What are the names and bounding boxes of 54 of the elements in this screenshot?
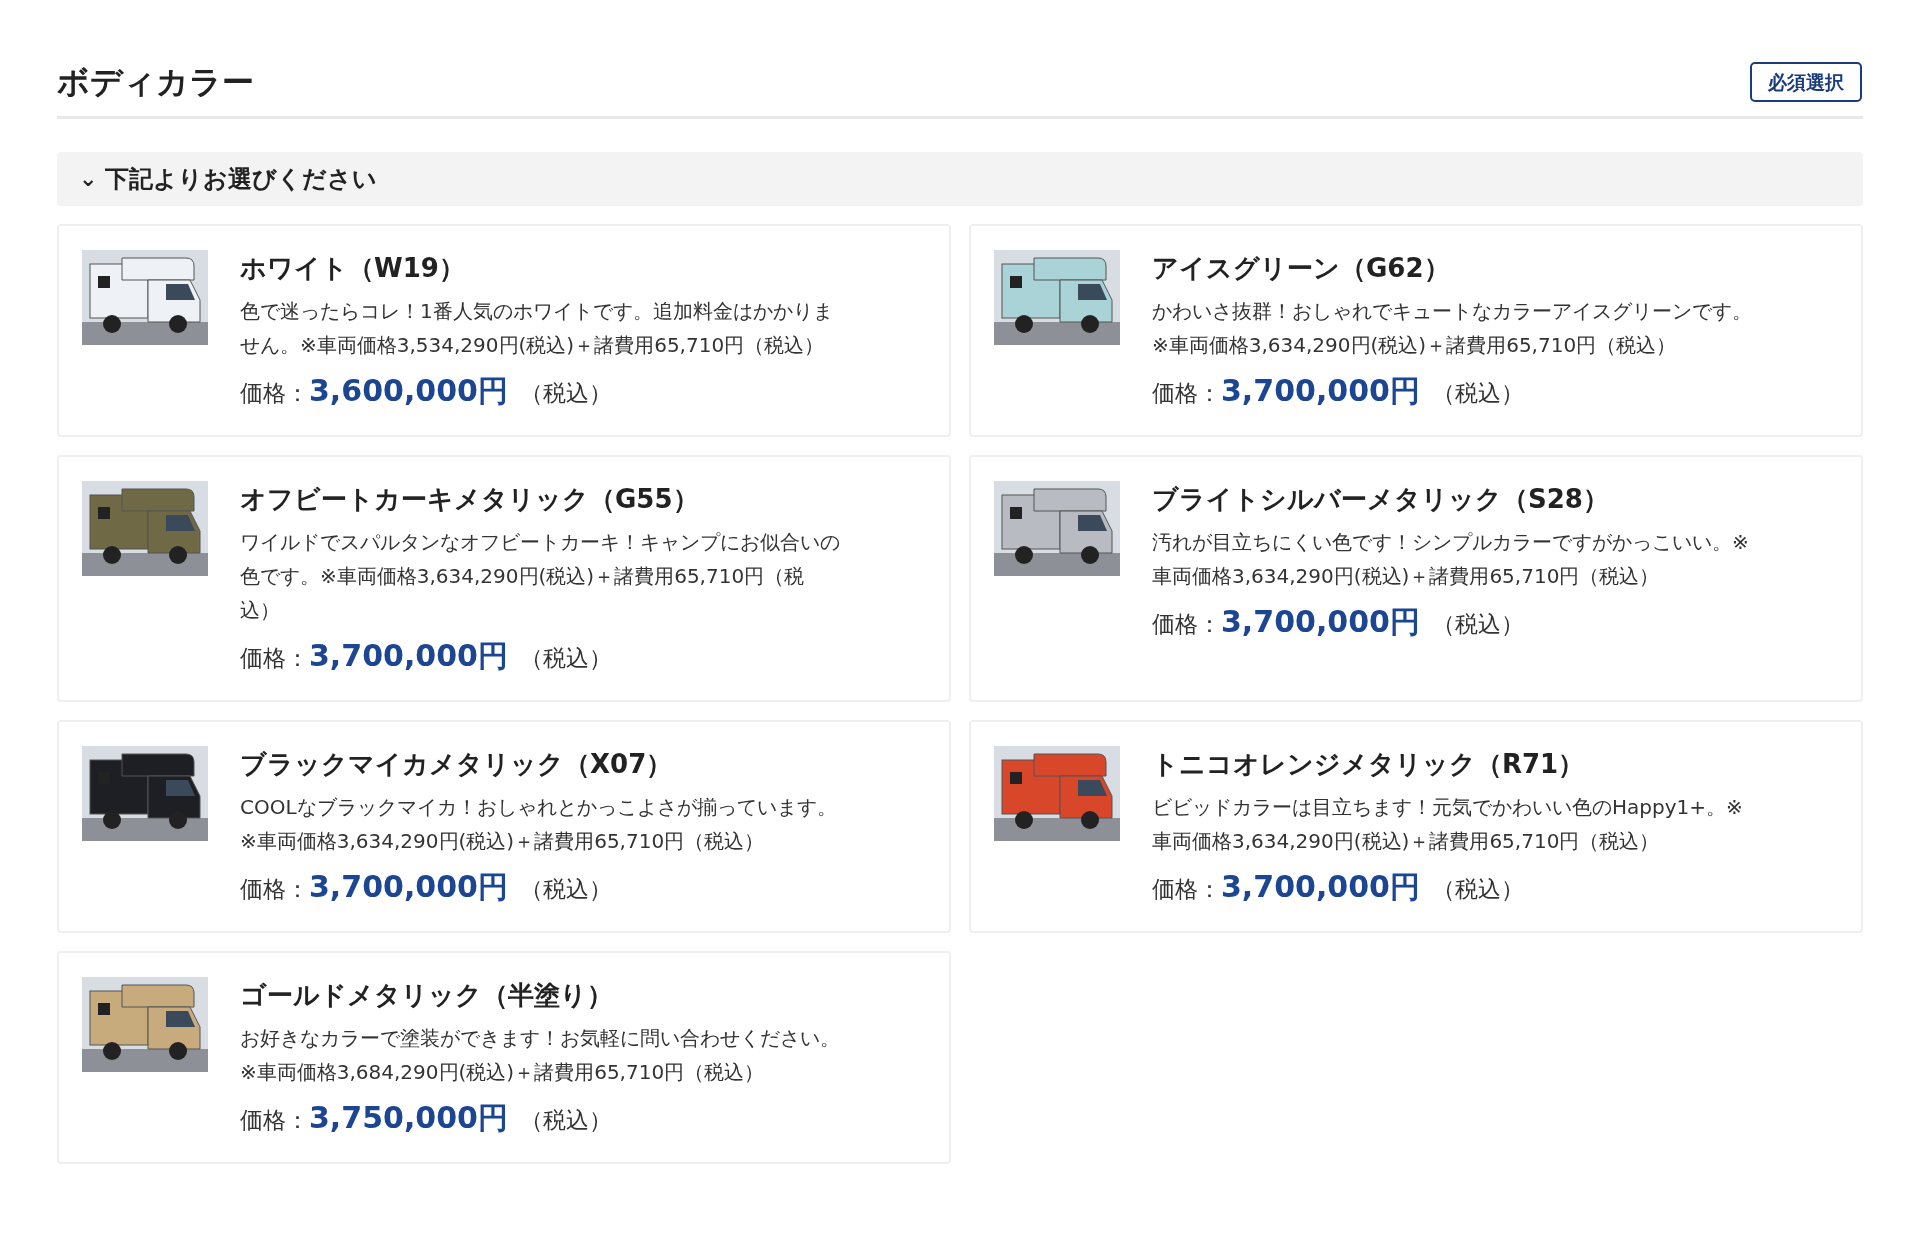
option-name: アイスグリーン（G62） <box>1152 252 1451 285</box>
option-name: ブライトシルバーメタリック（S28） <box>1152 483 1610 516</box>
price-label: 価格： <box>240 1106 309 1135</box>
section-title: ボディカラー <box>57 62 254 103</box>
option-description: 車両価格3,634,290円(税込)＋諸費用65,710円（税込） <box>1152 563 1661 590</box>
price-value: 3,700,000円 <box>1221 868 1420 906</box>
option-description: 汚れが目立ちにくい色です！シンプルカラーですがかっこいい。※ <box>1152 529 1749 556</box>
option-description: せん。※車両価格3,534,290円(税込)＋諸費用65,710円（税込） <box>240 332 826 359</box>
price-value: 3,600,000円 <box>309 372 508 410</box>
option-name: ホワイト（W19） <box>240 252 466 285</box>
option-description: 色です。※車両価格3,634,290円(税込)＋諸費用65,710円（税 <box>240 563 806 590</box>
option-description: ※車両価格3,684,290円(税込)＋諸費用65,710円（税込） <box>240 1059 766 1086</box>
color-option-card[interactable]: ブライトシルバーメタリック（S28） 汚れが目立ちにくい色です！シンプルカラーですがかっこいい。※ 車両価格3,634,290円(税込)＋諸費用65,710円（税込） 価格：3,700,000円 （税込） <box>969 455 1863 702</box>
color-option-card[interactable]: オフビートカーキメタリック（G55） ワイルドでスパルタンなオフビートカーキ！キャンプにお似合いの 色です。※車両価格3,634,290円(税込)＋諸費用65,710円（税 込） 価格：3,700,000円 （税込） <box>57 455 951 702</box>
tax-note: （税込） <box>1431 379 1524 408</box>
color-option-card[interactable]: アイスグリーン（G62） かわいさ抜群！おしゃれでキュートなカラーアイスグリーンです。 ※車両価格3,634,290円(税込)＋諸費用65,710円（税込） 価格：3,700,000円 （税込） <box>969 224 1863 437</box>
chevron-icon: ⌄ <box>79 168 98 190</box>
color-option-card[interactable]: ブラックマイカメタリック（X07） COOLなブラックマイカ！おしゃれとかっこよさが揃っています。 ※車両価格3,634,290円(税込)＋諸費用65,710円（税込） 価格：3,700,000円 （税込） <box>57 720 951 933</box>
price-label: 価格： <box>1152 610 1221 639</box>
option-name: ゴールドメタリック（半塗り） <box>240 979 614 1012</box>
price-label: 価格： <box>240 379 309 408</box>
tax-note: （税込） <box>519 1106 612 1135</box>
price-value: 3,700,000円 <box>309 637 508 675</box>
option-description: COOLなブラックマイカ！おしゃれとかっこよさが揃っています。 <box>240 794 837 821</box>
option-description: お好きなカラーで塗装ができます！お気軽に問い合わせください。 <box>240 1025 840 1052</box>
required-badge: 必須選択 <box>1750 61 1862 103</box>
price-label: 価格： <box>1152 379 1221 408</box>
price-value: 3,750,000円 <box>309 1099 508 1137</box>
tax-note: （税込） <box>1431 875 1524 904</box>
color-option-card[interactable]: ゴールドメタリック（半塗り） お好きなカラーで塗装ができます！お気軽に問い合わせください。 ※車両価格3,684,290円(税込)＋諸費用65,710円（税込） 価格：3,750,000円 （税込） <box>57 951 951 1164</box>
price-value: 3,700,000円 <box>1221 372 1420 410</box>
tax-note: （税込） <box>519 644 612 673</box>
option-description: ワイルドでスパルタンなオフビートカーキ！キャンプにお似合いの <box>240 529 840 556</box>
option-name: トニコオレンジメタリック（R71） <box>1152 748 1586 781</box>
price-label: 価格： <box>1152 875 1221 904</box>
option-name: オフビートカーキメタリック（G55） <box>240 483 700 516</box>
option-description: ※車両価格3,634,290円(税込)＋諸費用65,710円（税込） <box>1152 332 1678 359</box>
price-value: 3,700,000円 <box>309 868 508 906</box>
price-label: 価格： <box>240 875 309 904</box>
price-label: 価格： <box>240 644 309 673</box>
option-description: ビビッドカラーは目立ちます！元気でかわいい色のHappy1+。※ <box>1152 794 1743 821</box>
tax-note: （税込） <box>519 875 612 904</box>
price-value: 3,700,000円 <box>1221 603 1420 641</box>
option-description: ※車両価格3,634,290円(税込)＋諸費用65,710円（税込） <box>240 828 766 855</box>
accordion-header[interactable]: ⌄ 下記よりお選びください <box>57 152 1863 206</box>
option-description: かわいさ抜群！おしゃれでキュートなカラーアイスグリーンです。 <box>1152 298 1752 325</box>
tax-note: （税込） <box>1431 610 1524 639</box>
color-option-card[interactable]: トニコオレンジメタリック（R71） ビビッドカラーは目立ちます！元気でかわいい色のHappy1+。※ 車両価格3,634,290円(税込)＋諸費用65,710円（税込） 価格：3,700,000円 （税込） <box>969 720 1863 933</box>
option-description: 色で迷ったらコレ！1番人気のホワイトです。追加料金はかかりま <box>240 298 833 325</box>
tax-note: （税込） <box>519 379 612 408</box>
option-description: 車両価格3,634,290円(税込)＋諸費用65,710円（税込） <box>1152 828 1661 855</box>
color-option-card[interactable]: ホワイト（W19） 色で迷ったらコレ！1番人気のホワイトです。追加料金はかかりま せん。※車両価格3,534,290円(税込)＋諸費用65,710円（税込） 価格：3,600,000円 （税込） <box>57 224 951 437</box>
option-description: 込） <box>240 597 281 624</box>
option-name: ブラックマイカメタリック（X07） <box>240 748 674 781</box>
